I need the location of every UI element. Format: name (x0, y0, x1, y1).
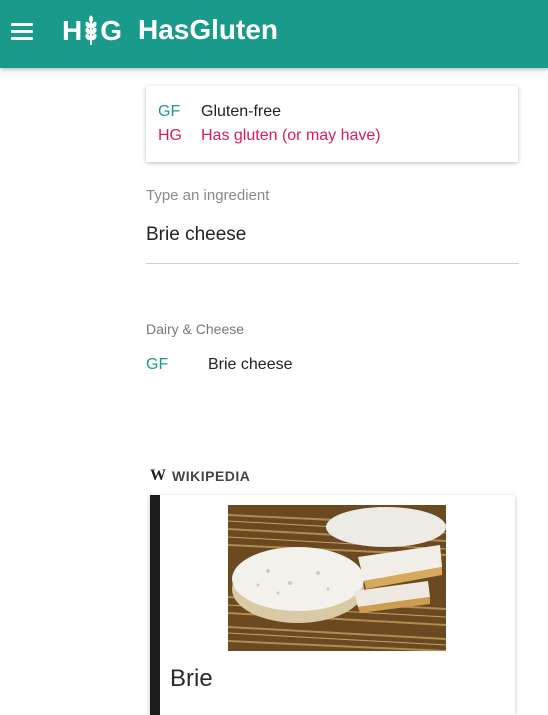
hamburger-menu-icon[interactable] (10, 19, 34, 43)
legend-code: GF (158, 103, 181, 120)
result-name: Brie cheese (208, 356, 293, 373)
wikipedia-label: WIKIPEDIA (172, 468, 251, 484)
category-heading: Dairy & Cheese (146, 321, 245, 337)
wikipedia-header: W WIKIPEDIA (150, 466, 250, 486)
legend-text: Has gluten (or may have) (201, 127, 381, 144)
wikipedia-w-icon: W (150, 467, 166, 484)
app-title: HasGluten (138, 14, 279, 45)
app-logo: H G (62, 14, 122, 48)
ingredient-input-underline (146, 263, 519, 264)
wheat-icon (85, 15, 97, 45)
brie-photo-illustration (228, 505, 446, 651)
legend-code: HG (158, 127, 182, 144)
logo-letter-h: H (62, 15, 83, 46)
legend-card: GF Gluten-free HG Has gluten (or may hav… (146, 86, 518, 162)
app-bar: H G HasGluten (0, 0, 548, 68)
logo-letter-g: G (100, 15, 123, 46)
result-code: GF (146, 356, 169, 373)
brie-cheese-photo[interactable] (228, 505, 446, 651)
ingredient-input-label: Type an ingredient (146, 187, 270, 204)
wikipedia-card[interactable]: Brie (150, 495, 515, 715)
ingredient-input[interactable]: Brie cheese (146, 224, 246, 246)
wikipedia-article-title[interactable]: Brie (170, 665, 213, 693)
legend-text: Gluten-free (201, 103, 282, 120)
result-item[interactable]: GF Brie cheese (146, 354, 518, 376)
